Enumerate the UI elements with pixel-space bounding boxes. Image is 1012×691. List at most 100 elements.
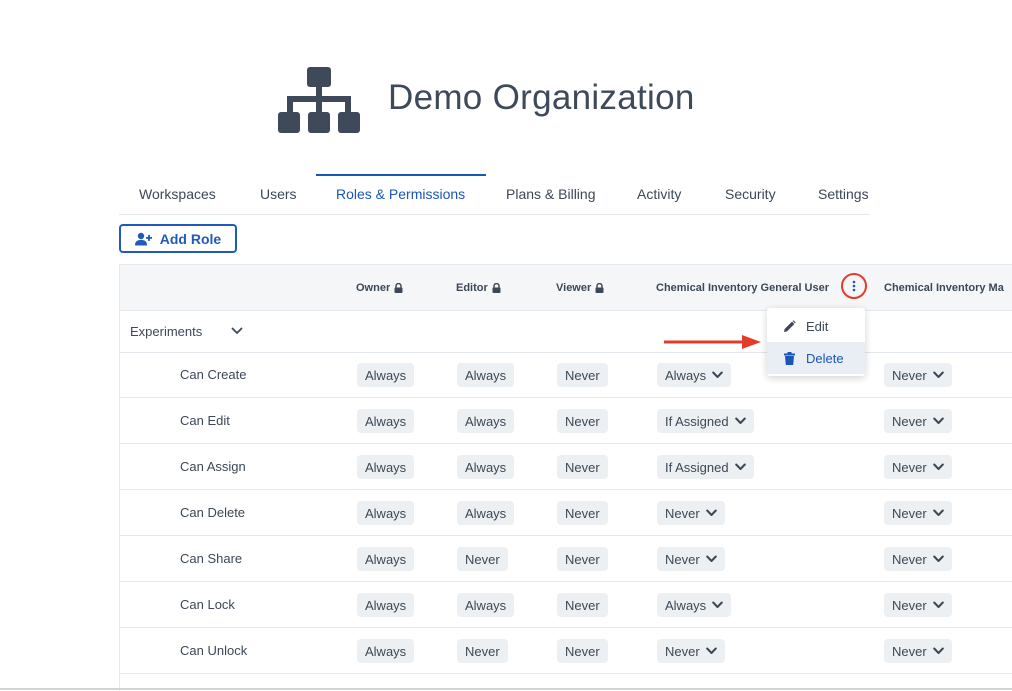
permission-value-label: Never [565,459,600,475]
permission-value-label: Never [565,505,600,521]
permission-value: Always [357,501,415,525]
permission-value-label: Never [665,551,700,567]
permission-value: Always [357,455,415,479]
permission-value-label: Always [665,367,707,383]
permission-value: Always [457,363,515,387]
permission-value-label: Always [365,505,407,521]
chevron-down-icon[interactable] [231,325,243,337]
permission-select[interactable]: Never [657,501,725,525]
permission-select[interactable]: Always [657,363,732,387]
permission-value-label: Never [892,367,927,383]
permission-select[interactable]: Never [884,409,952,433]
permission-value-label: Always [365,367,407,383]
lock-icon [492,282,501,293]
column-header-viewer: Viewer [556,265,604,310]
group-row-experiments: Experiments [120,311,1012,353]
table-header: Owner Editor Viewer Chemical Inventory G… [120,265,1012,311]
permission-value-label: Never [465,551,500,567]
org-chart-icon [278,67,360,133]
permission-select[interactable]: Never [884,593,952,617]
table-row: Can Lock Always Always Never Always Never [120,582,1012,628]
permission-select[interactable]: Never [884,547,952,571]
permission-value-label: Always [365,413,407,429]
permission-select[interactable]: If Assigned [657,455,754,479]
permission-value: Never [557,363,608,387]
column-header-chemical-inventory-general-user: Chemical Inventory General User [656,265,842,310]
permission-select[interactable]: Never [884,455,952,479]
permission-value: Never [557,455,608,479]
permission-select[interactable]: Always [657,593,732,617]
permission-value-label: Always [365,459,407,475]
edit-menu-item[interactable]: Edit [767,310,865,342]
table-row: Can Share Always Never Never Never Never [120,536,1012,582]
table-row: Can Unlock Always Never Never Never Never [120,628,1012,674]
permission-value: Never [557,409,608,433]
permission-value-label: Always [365,643,407,659]
permission-value-label: Never [892,643,927,659]
tab-settings[interactable]: Settings [818,174,869,214]
chevron-down-icon [932,555,944,562]
group-label: Experiments [130,324,203,339]
column-header-label: Editor [456,281,488,294]
permission-select[interactable]: Never [884,363,952,387]
permission-select[interactable]: Never [657,547,725,571]
permission-value: Never [557,593,608,617]
permission-select[interactable]: Never [884,501,952,525]
column-context-menu: Edit Delete [767,308,865,376]
delete-menu-item[interactable]: Delete [767,342,865,374]
permission-value-label: Never [565,597,600,613]
permission-value-label: Always [365,551,407,567]
permission-label: Can Unlock [180,643,248,658]
permission-value: Always [457,409,515,433]
chevron-down-icon [932,371,944,378]
permission-value-label: If Assigned [665,413,729,429]
delete-label: Delete [806,350,844,366]
permission-select[interactable]: If Assigned [657,409,754,433]
permission-value: Always [357,639,415,663]
permission-value-label: Never [892,551,927,567]
tab-users[interactable]: Users [260,174,297,214]
permission-value-label: Always [465,505,507,521]
org-header [278,66,360,134]
permission-value: Always [457,501,515,525]
permission-value-label: Never [565,551,600,567]
permission-value: Always [357,547,415,571]
permission-value: Never [557,501,608,525]
tab-roles-permissions[interactable]: Roles & Permissions [316,174,486,212]
chevron-down-icon [932,417,944,424]
column-header-label: Chemical Inventory General User [656,281,830,294]
tab-bar: Workspaces Users Roles & Permissions Pla… [119,174,869,215]
permission-value-label: If Assigned [665,459,729,475]
permission-label: Can Delete [180,505,246,520]
column-header-owner: Owner [356,265,403,310]
permission-select[interactable]: Never [657,639,725,663]
permission-value-label: Always [465,413,507,429]
chevron-down-icon [734,417,746,424]
permission-select[interactable]: Never [884,639,952,663]
chevron-down-icon [705,647,717,654]
permission-label: Can Create [180,367,247,382]
chevron-down-icon [712,601,723,608]
kebab-menu-icon [852,280,856,292]
column-options-button[interactable] [841,273,867,299]
add-role-button[interactable]: Add Role [119,224,237,253]
permission-value-label: Never [892,413,927,429]
permission-value-label: Never [565,413,600,429]
tab-activity[interactable]: Activity [637,174,681,214]
permission-value-label: Never [892,597,927,613]
tab-security[interactable]: Security [725,174,776,214]
chevron-down-icon [705,509,717,516]
permission-value-label: Never [665,505,700,521]
tab-workspaces[interactable]: Workspaces [139,174,216,214]
permission-value-label: Never [892,459,927,475]
tab-plans-billing[interactable]: Plans & Billing [506,174,596,214]
add-user-icon [134,232,152,245]
permission-value-label: Never [565,643,600,659]
permission-value: Always [457,455,515,479]
edit-label: Edit [806,318,829,334]
column-header-label: Chemical Inventory Ma [884,281,1004,294]
permission-value-label: Always [465,459,507,475]
permission-label: Can Edit [180,413,230,428]
permission-value-label: Never [565,367,600,383]
chevron-down-icon [932,509,944,516]
